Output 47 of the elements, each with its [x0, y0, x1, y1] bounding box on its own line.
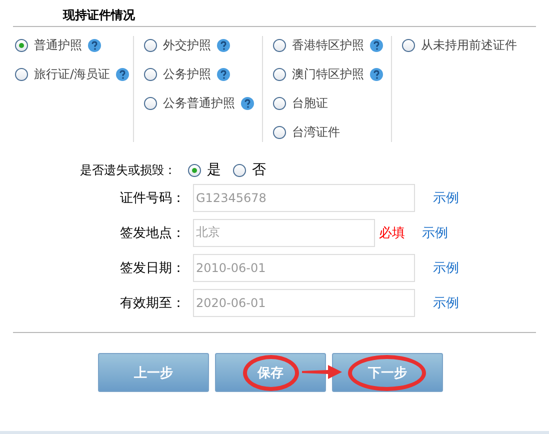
help-icon[interactable]	[370, 39, 383, 52]
field-label: 证件号码：	[119, 190, 185, 206]
help-icon[interactable]	[217, 68, 230, 81]
input-field[interactable]: 北京	[193, 218, 375, 246]
help-icon[interactable]	[88, 39, 101, 52]
radio-button[interactable]	[15, 39, 28, 52]
example-link[interactable]: 示例	[433, 258, 459, 276]
radio-button[interactable]	[273, 126, 286, 139]
radio-button[interactable]	[15, 68, 28, 81]
radio-label: 台湾证件	[292, 124, 340, 141]
radio-label: 从未持用前述证件	[421, 37, 517, 54]
example-link[interactable]: 示例	[433, 294, 459, 312]
input-field[interactable]: 2020-06-01	[193, 288, 415, 316]
radio-label: 普通护照	[34, 37, 82, 54]
example-link[interactable]: 示例	[422, 224, 448, 242]
radio-label: 澳门特区护照	[292, 66, 364, 83]
field-label: 签发日期：	[119, 260, 185, 276]
radio-label: 台胞证	[292, 95, 328, 112]
section-title: 现持证件情况	[62, 7, 136, 24]
radio-button[interactable]	[144, 39, 157, 52]
radio-button[interactable]	[233, 164, 246, 176]
example-link[interactable]: 示例	[433, 188, 459, 206]
help-icon[interactable]	[241, 97, 254, 110]
radio-button[interactable]	[144, 68, 157, 81]
help-icon[interactable]	[370, 68, 383, 81]
radio-label: 外交护照	[163, 37, 211, 54]
help-icon[interactable]	[116, 68, 130, 81]
field-label: 是否遗失或损毁：	[80, 162, 176, 178]
radio-label: 公务护照	[163, 66, 211, 83]
radio-label: 公务普通护照	[163, 95, 235, 112]
required-note: 必填	[379, 224, 406, 242]
radio-button[interactable]	[402, 39, 415, 52]
radio-label: 旅行证/海员证	[34, 66, 110, 83]
input-field[interactable]: 2010-06-01	[193, 254, 415, 282]
field-label: 有效期至：	[119, 294, 185, 312]
radio-button[interactable]	[273, 97, 286, 110]
radio-button[interactable]	[144, 97, 157, 110]
help-icon[interactable]	[217, 39, 230, 52]
radio-button[interactable]	[273, 39, 286, 52]
radio-label: 香港特区护照	[292, 37, 364, 54]
input-field[interactable]: G12345678	[193, 184, 415, 212]
radio-button[interactable]	[188, 164, 201, 176]
field-label: 签发地点：	[119, 224, 185, 242]
radio-button[interactable]	[273, 68, 286, 81]
step-button[interactable]: 上一步	[98, 353, 209, 392]
radio-label: 是	[207, 161, 221, 179]
radio-label: 否	[252, 161, 266, 179]
